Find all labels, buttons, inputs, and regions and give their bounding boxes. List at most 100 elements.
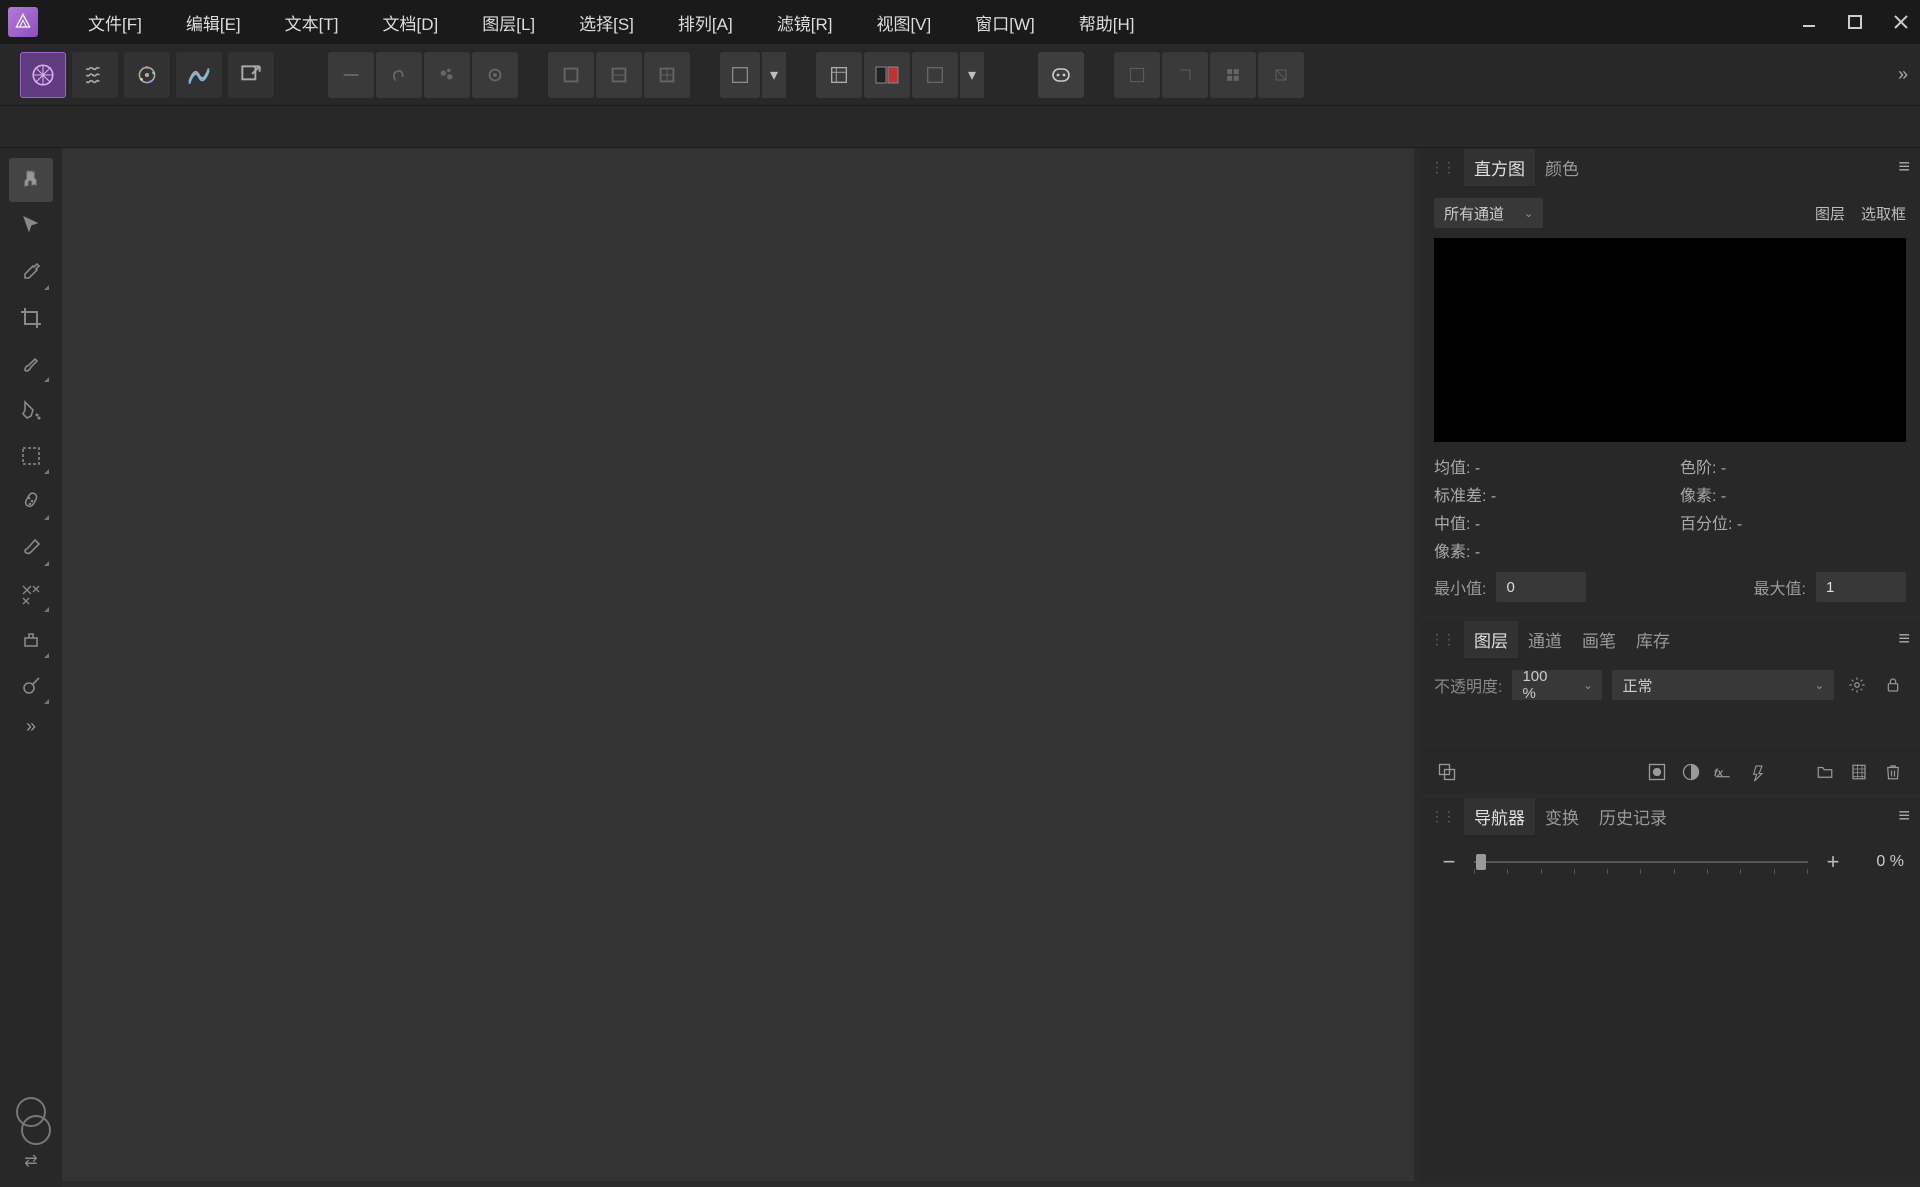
channel-dropdown[interactable]: 所有通道 ⌄ <box>1434 198 1543 228</box>
menu-layer[interactable]: 图层[L] <box>460 2 557 43</box>
persona-export-button[interactable] <box>228 52 274 98</box>
slider-thumb[interactable] <box>1476 854 1486 870</box>
persona-photo-button[interactable] <box>20 52 66 98</box>
erase-tool[interactable] <box>9 572 53 616</box>
layers-list[interactable] <box>1420 710 1920 750</box>
panel-grip-icon[interactable]: ⋮⋮ <box>1430 808 1454 825</box>
tab-transform[interactable]: 变换 <box>1535 798 1589 835</box>
toolbar-btn-a3[interactable] <box>424 52 470 98</box>
toolbar-btn-b1[interactable] <box>548 52 594 98</box>
stat-pixels: 像素: - <box>1434 538 1660 562</box>
group-icon[interactable] <box>1812 759 1838 785</box>
panel-menu-button[interactable]: ≡ <box>1898 628 1910 651</box>
toolbar-overflow-button[interactable]: » <box>1898 64 1908 85</box>
toolbar-btn-e2[interactable] <box>1162 52 1208 98</box>
tab-color[interactable]: 颜色 <box>1535 149 1589 186</box>
adjustment-icon[interactable] <box>1678 759 1704 785</box>
add-layer-icon[interactable] <box>1846 759 1872 785</box>
toolbar-swatch-dropdown[interactable]: ▾ <box>762 52 786 98</box>
menu-arrange[interactable]: 排列[A] <box>656 2 755 43</box>
zoom-out-button[interactable]: − <box>1436 849 1462 875</box>
tab-histogram[interactable]: 直方图 <box>1464 149 1535 186</box>
toolbar-btn-d3[interactable] <box>912 52 958 98</box>
menu-window[interactable]: 窗口[W] <box>953 2 1057 43</box>
max-input[interactable] <box>1816 572 1906 602</box>
panel-grip-icon[interactable]: ⋮⋮ <box>1430 159 1454 176</box>
tab-history[interactable]: 历史记录 <box>1589 798 1677 835</box>
selection-brush-tool[interactable] <box>9 342 53 386</box>
view-tool[interactable] <box>9 158 53 202</box>
clone-tool[interactable] <box>9 618 53 662</box>
persona-develop-button[interactable] <box>124 52 170 98</box>
panel-menu-button[interactable]: ≡ <box>1898 156 1910 179</box>
hist-marquee-toggle[interactable]: 选取框 <box>1861 203 1906 224</box>
toolbar-btn-e1[interactable] <box>1114 52 1160 98</box>
tab-brushes[interactable]: 画笔 <box>1572 621 1626 658</box>
fx-icon[interactable]: fx <box>1712 759 1738 785</box>
toolbar-d-dropdown[interactable]: ▾ <box>960 52 984 98</box>
min-input[interactable] <box>1496 572 1586 602</box>
menu-select[interactable]: 选择[S] <box>557 2 656 43</box>
toolbar-btn-b3[interactable] <box>644 52 690 98</box>
toolbar-btn-a2[interactable] <box>376 52 422 98</box>
tab-stock[interactable]: 库存 <box>1626 621 1680 658</box>
tab-navigator[interactable]: 导航器 <box>1464 798 1535 835</box>
delete-icon[interactable] <box>1880 759 1906 785</box>
chevron-down-icon: ⌄ <box>1524 207 1533 220</box>
toolbar-btn-d1[interactable] <box>816 52 862 98</box>
account-button[interactable] <box>1038 52 1084 98</box>
opacity-dropdown[interactable]: 100 % ⌄ <box>1512 670 1602 700</box>
navigator-view[interactable] <box>1420 887 1920 1007</box>
flood-select-tool[interactable] <box>9 388 53 432</box>
toolbar-group-b <box>548 52 690 98</box>
menu-edit[interactable]: 编辑[E] <box>164 2 263 43</box>
window-controls <box>1798 11 1912 33</box>
menu-file[interactable]: 文件[F] <box>66 2 164 43</box>
toolbar-swatch-button[interactable] <box>720 52 760 98</box>
move-tool[interactable] <box>9 204 53 248</box>
toolbar-btn-b2[interactable] <box>596 52 642 98</box>
channel-value: 所有通道 <box>1444 203 1504 224</box>
marquee-tool[interactable] <box>9 434 53 478</box>
tools-overflow-button[interactable]: » <box>26 716 36 737</box>
toolbar-btn-a1[interactable] <box>328 52 374 98</box>
healing-tool[interactable] <box>9 480 53 524</box>
color-swatches[interactable]: ⇄ <box>11 1097 51 1171</box>
dodge-tool[interactable] <box>9 664 53 708</box>
close-button[interactable] <box>1890 11 1912 33</box>
panel-menu-button[interactable]: ≡ <box>1898 805 1910 828</box>
menu-view[interactable]: 视图[V] <box>854 2 953 43</box>
tab-channels[interactable]: 通道 <box>1518 621 1572 658</box>
panel-grip-icon[interactable]: ⋮⋮ <box>1430 631 1454 648</box>
histogram-stats: 均值: - 色阶: - 标准差: - 像素: - 中值: - 百分位: - 像素… <box>1420 454 1920 572</box>
toolbar-btn-a4[interactable] <box>472 52 518 98</box>
zoom-slider[interactable] <box>1474 850 1808 874</box>
menu-document[interactable]: 文档[D] <box>360 2 460 43</box>
toolbar-btn-e3[interactable] <box>1210 52 1256 98</box>
persona-tonemap-button[interactable] <box>176 52 222 98</box>
paint-brush-tool[interactable] <box>9 526 53 570</box>
persona-liquify-button[interactable] <box>72 52 118 98</box>
mask-icon[interactable] <box>1644 759 1670 785</box>
menu-filter[interactable]: 滤镜[R] <box>755 2 855 43</box>
crop-layer-icon[interactable] <box>1746 759 1772 785</box>
gear-icon[interactable] <box>1844 672 1870 698</box>
toolbar-btn-d2[interactable] <box>864 52 910 98</box>
canvas-area[interactable] <box>62 148 1414 1181</box>
menu-text[interactable]: 文本[T] <box>263 2 361 43</box>
blendmode-dropdown[interactable]: 正常 ⌄ <box>1612 670 1834 700</box>
crop-tool[interactable] <box>9 296 53 340</box>
minimize-button[interactable] <box>1798 11 1820 33</box>
lock-icon[interactable] <box>1880 672 1906 698</box>
merge-icon[interactable] <box>1434 759 1460 785</box>
tab-layers[interactable]: 图层 <box>1464 621 1518 658</box>
maximize-button[interactable] <box>1844 11 1866 33</box>
background-swatch[interactable] <box>21 1115 51 1145</box>
menu-help[interactable]: 帮助[H] <box>1057 2 1157 43</box>
hist-layer-toggle[interactable]: 图层 <box>1815 203 1845 224</box>
swap-swatches-icon[interactable]: ⇄ <box>24 1151 37 1171</box>
zoom-in-button[interactable]: + <box>1820 849 1846 875</box>
toolbar-btn-e4[interactable] <box>1258 52 1304 98</box>
color-picker-tool[interactable] <box>9 250 53 294</box>
main-area: » ⇄ ⋮⋮ 直方图 颜色 ≡ 所有通道 ⌄ 图层 <box>0 148 1920 1187</box>
